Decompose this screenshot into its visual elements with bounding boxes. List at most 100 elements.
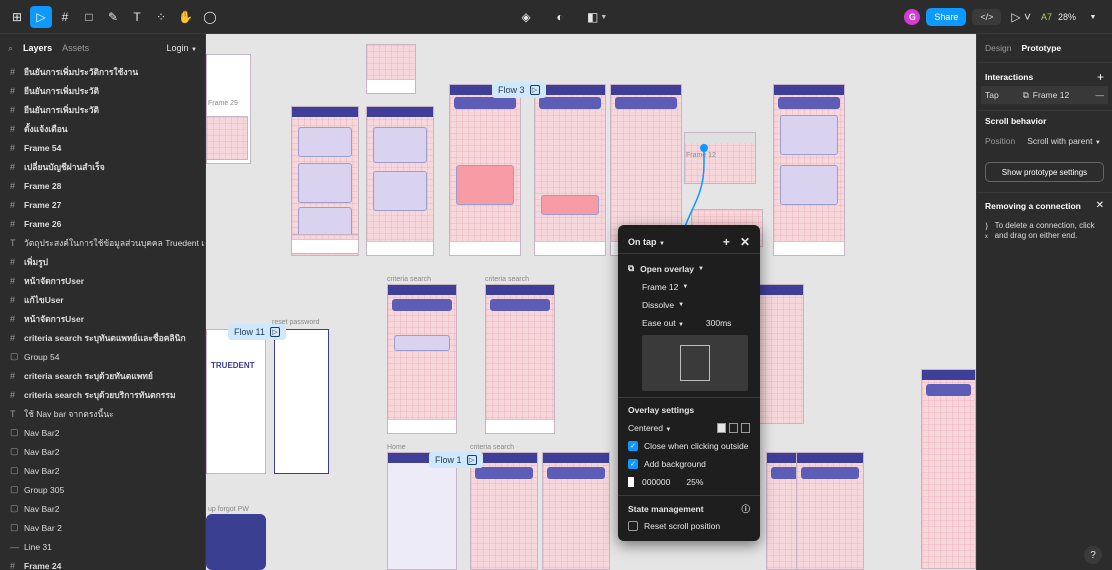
layer-item[interactable]: ▢ Nav Bar 2	[0, 518, 205, 537]
canvas-frame[interactable]	[796, 452, 864, 570]
canvas-frame[interactable]	[206, 329, 266, 474]
animation-select[interactable]: Dissolve ▼	[628, 300, 750, 310]
tab-prototype[interactable]: Prototype	[1021, 43, 1061, 53]
canvas-frame[interactable]	[366, 44, 416, 94]
layer-item[interactable]: ▢ Group 305	[0, 480, 205, 499]
move-tool-icon[interactable]: ▷	[30, 5, 52, 28]
bg-color-field[interactable]: 000000	[642, 477, 670, 487]
layer-item[interactable]: # criteria search ระบุด้วยทันตแพทย์	[0, 366, 205, 385]
layer-item[interactable]: ▢ Nav Bar2	[0, 442, 205, 461]
prototype-settings-button[interactable]: Show prototype settings	[985, 162, 1104, 182]
layer-item[interactable]: # Frame 27	[0, 195, 205, 214]
layer-item[interactable]: ▢ Nav Bar2	[0, 423, 205, 442]
layer-item[interactable]: # ตั้งแจ้งเตือน	[0, 119, 205, 138]
search-icon[interactable]: ⌕	[8, 43, 13, 54]
accessibility-label[interactable]: A7	[1041, 12, 1052, 22]
checkbox-checked-icon[interactable]: ✓	[628, 459, 638, 469]
scroll-position-select[interactable]: Scroll with parent ▼	[1027, 136, 1101, 146]
layer-item[interactable]: # criteria search ระบุทันตแพทย์และชื่อคลิ…	[0, 328, 205, 347]
layer-item[interactable]: # Frame 24	[0, 556, 205, 570]
present-button[interactable]: ▷ ˅	[1007, 6, 1035, 28]
add-background-option[interactable]: ✓ Add background	[628, 459, 750, 469]
checkbox-unchecked-icon[interactable]	[628, 521, 638, 531]
trigger-select[interactable]: On tap ▼	[628, 237, 665, 247]
design-canvas[interactable]: Frame 29 Frame 12 criteria search criter…	[206, 34, 976, 570]
layer-item[interactable]: # criteria search ระบุด้วยบริการทันตกรรม	[0, 385, 205, 404]
bg-opacity-field[interactable]: 25%	[686, 477, 703, 487]
frame-tool-icon[interactable]: #	[54, 6, 76, 28]
interaction-item[interactable]: Tap ⧉ Frame 12 —	[977, 86, 1112, 104]
duration-field[interactable]: 300ms	[706, 318, 732, 328]
canvas-frame[interactable]	[366, 106, 434, 256]
close-outside-option[interactable]: ✓ Close when clicking outside	[628, 441, 750, 451]
layer-item[interactable]: # หน้าจัดการUser	[0, 271, 205, 290]
align-left-icon[interactable]	[729, 423, 738, 433]
layer-item[interactable]: # หน้าจัดการUser	[0, 309, 205, 328]
avatar[interactable]: G	[904, 9, 921, 25]
info-icon[interactable]: ⓘ	[741, 503, 750, 515]
align-bottom-icon[interactable]	[741, 423, 750, 433]
canvas-frame[interactable]	[387, 452, 457, 570]
canvas-frame[interactable]	[921, 369, 976, 569]
layer-item[interactable]: # เปลี่ยนบัญชีผ่านสำเร็จ	[0, 157, 205, 176]
resources-icon[interactable]: ⁘	[150, 6, 172, 28]
close-icon[interactable]: ✕	[740, 235, 750, 249]
layer-item[interactable]: # Frame 26	[0, 214, 205, 233]
tab-layers[interactable]: Layers	[23, 43, 52, 53]
flow-badge[interactable]: Flow 3 ▷	[492, 82, 546, 98]
chevron-down-icon[interactable]: ▼	[1082, 6, 1104, 28]
canvas-frame[interactable]	[534, 84, 606, 256]
layer-item[interactable]: ▢ Nav Bar2	[0, 499, 205, 518]
layer-item[interactable]: # ยืนยันการเพิ่มประวัติ	[0, 81, 205, 100]
layer-item[interactable]: ▢ Nav Bar2	[0, 461, 205, 480]
flow-badge[interactable]: Flow 1 ▷	[429, 452, 483, 468]
close-icon[interactable]: ✕	[1096, 200, 1104, 211]
shape-tool-icon[interactable]: □	[78, 6, 100, 28]
mask-icon[interactable]: ◐	[549, 6, 571, 28]
color-swatch[interactable]	[628, 477, 634, 487]
tab-design[interactable]: Design	[985, 43, 1011, 53]
layer-item[interactable]: # แก้ไขUser	[0, 290, 205, 309]
layer-item[interactable]: ▢ Group 54	[0, 347, 205, 366]
tab-assets[interactable]: Assets	[62, 43, 89, 53]
plus-icon[interactable]: +	[723, 235, 730, 249]
dev-mode-button[interactable]: </>	[972, 9, 1002, 25]
layer-item[interactable]: # Frame 28	[0, 176, 205, 195]
position-select[interactable]: Centered ▼	[628, 423, 671, 433]
hand-tool-icon[interactable]: ✋	[174, 6, 197, 28]
canvas-frame[interactable]	[206, 116, 248, 160]
pen-tool-icon[interactable]: ✎	[102, 6, 124, 28]
destination-select[interactable]: Frame 12 ▼	[628, 282, 750, 292]
layer-item[interactable]: T ใช้ Nav bar จากตรงนี้นะ	[0, 404, 205, 423]
canvas-frame[interactable]	[470, 452, 538, 570]
canvas-frame[interactable]	[449, 84, 521, 256]
reset-scroll-option[interactable]: Reset scroll position	[628, 521, 750, 531]
layer-item[interactable]: T วัตถุประสงค์ในการใช้ข้อมูลส่วนบุคคล Tru…	[0, 233, 205, 252]
canvas-frame[interactable]	[542, 452, 610, 570]
canvas-frame[interactable]	[274, 329, 329, 474]
zoom-level[interactable]: 28%	[1058, 12, 1076, 22]
layer-item[interactable]: # เพิ่มรูป	[0, 252, 205, 271]
page-selector[interactable]: Login ▼	[167, 43, 198, 53]
component-icon[interactable]: ◈	[515, 6, 537, 28]
comment-tool-icon[interactable]: ◯	[199, 6, 221, 28]
action-select[interactable]: ⧉ Open overlay ▼	[628, 263, 750, 274]
canvas-frame[interactable]	[773, 84, 845, 256]
easing-select[interactable]: Ease out ▼	[642, 318, 684, 328]
align-center-icon[interactable]	[717, 423, 726, 433]
text-tool-icon[interactable]: T	[126, 6, 148, 28]
canvas-frame[interactable]	[485, 284, 555, 434]
add-interaction-icon[interactable]: +	[1097, 70, 1104, 84]
canvas-frame[interactable]	[387, 284, 457, 434]
layer-item[interactable]: # ยืนยันการเพิ่มประวัติการใช้งาน	[0, 62, 205, 81]
share-button[interactable]: Share	[926, 8, 967, 26]
figma-menu-icon[interactable]: ⊞	[6, 6, 28, 28]
canvas-frame[interactable]	[291, 234, 359, 254]
boolean-icon[interactable]: ◧ ▼	[583, 6, 611, 28]
layer-item[interactable]: — Line 31	[0, 537, 205, 556]
flow-badge[interactable]: Flow 11 ▷	[228, 324, 286, 340]
canvas-frame[interactable]	[206, 514, 266, 570]
checkbox-checked-icon[interactable]: ✓	[628, 441, 638, 451]
layer-item[interactable]: # Frame 54	[0, 138, 205, 157]
remove-interaction-icon[interactable]: —	[1096, 90, 1105, 100]
